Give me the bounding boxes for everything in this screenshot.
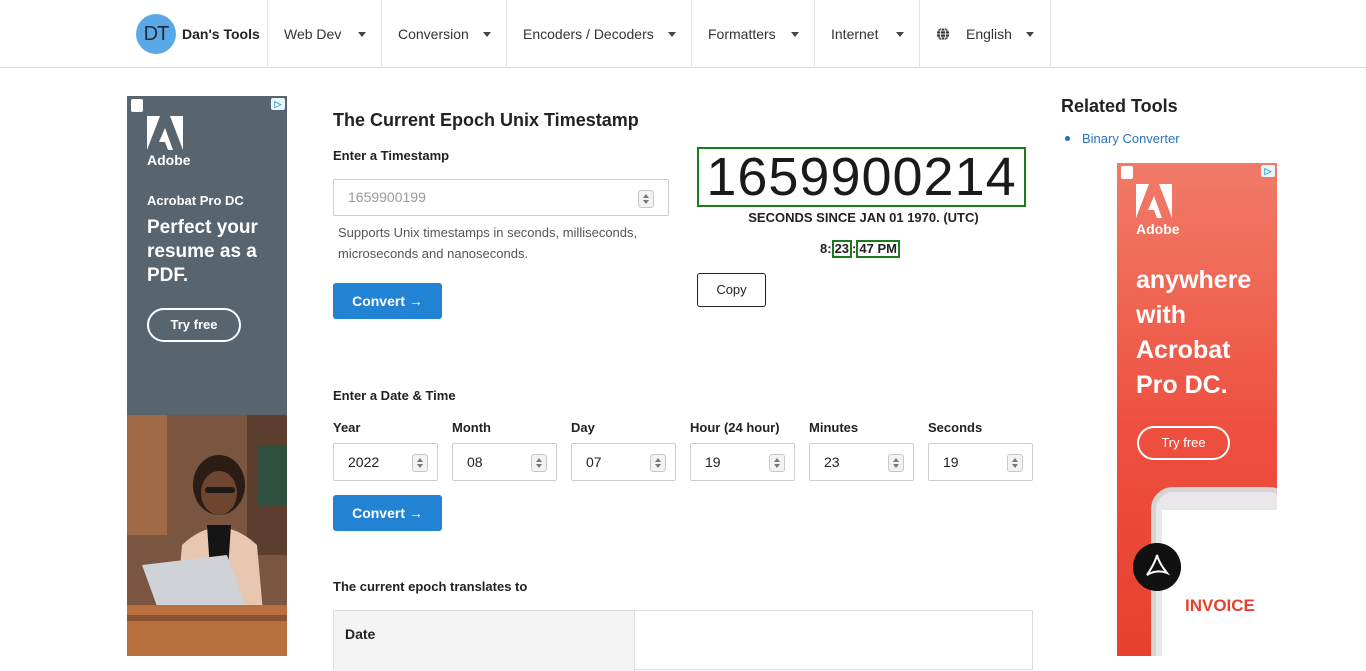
nav-encoders-decoders[interactable]: Encoders / Decoders bbox=[506, 0, 692, 68]
brand-link[interactable]: DT Dan's Tools bbox=[136, 13, 260, 55]
timestamp-hint: Supports Unix timestamps in seconds, mil… bbox=[338, 225, 638, 261]
chevron-down-icon bbox=[668, 32, 676, 37]
year-label: Year bbox=[333, 420, 361, 435]
nav-internet[interactable]: Internet bbox=[814, 0, 920, 68]
nav-web-dev-label: Web Dev bbox=[284, 26, 342, 42]
chevron-down-icon bbox=[1026, 32, 1034, 37]
year-input[interactable]: 2022 bbox=[333, 443, 438, 481]
nav-formatters[interactable]: Formatters bbox=[691, 0, 815, 68]
left-advertisement[interactable]: ▷ Adobe Acrobat Pro DC Perfect your resu… bbox=[127, 96, 287, 656]
clock-hour: 8 bbox=[820, 241, 828, 256]
related-tool-link[interactable]: Binary Converter bbox=[1082, 131, 1180, 146]
minutes-value: 23 bbox=[824, 454, 840, 470]
ad-brand-text: Adobe bbox=[147, 152, 191, 168]
copy-button[interactable]: Copy bbox=[697, 273, 766, 307]
ad-try-free-button[interactable]: Try free bbox=[147, 308, 241, 342]
day-label: Day bbox=[571, 420, 595, 435]
ad-photo-illustration bbox=[127, 415, 287, 656]
chevron-down-icon bbox=[791, 32, 799, 37]
bullet-icon bbox=[1065, 136, 1070, 141]
nav-language-label: English bbox=[966, 26, 1012, 42]
ad-left-panel: ▷ Adobe Acrobat Pro DC Perfect your resu… bbox=[127, 96, 287, 415]
nav-encoders-label: Encoders / Decoders bbox=[523, 26, 654, 42]
hour-value: 19 bbox=[705, 454, 721, 470]
globe-icon bbox=[936, 27, 950, 41]
year-value: 2022 bbox=[348, 454, 380, 470]
minutes-input[interactable]: 23 bbox=[809, 443, 914, 481]
seconds-input[interactable]: 19 bbox=[928, 443, 1033, 481]
day-input[interactable]: 07 bbox=[571, 443, 676, 481]
convert-timestamp-button[interactable]: Convert → bbox=[333, 283, 442, 319]
minutes-label: Minutes bbox=[809, 420, 859, 435]
month-input[interactable]: 08 bbox=[452, 443, 557, 481]
nav-web-dev[interactable]: Web Dev bbox=[267, 0, 382, 68]
top-navbar: DT Dan's Tools Web Dev Conversion Encode… bbox=[0, 0, 1366, 68]
ad-choices-icon[interactable]: ▷ bbox=[271, 98, 285, 110]
timestamp-input-placeholder: 1659900199 bbox=[348, 189, 426, 205]
brand-name: Dan's Tools bbox=[182, 26, 260, 42]
epoch-translation-table: Date bbox=[333, 610, 1033, 671]
month-label: Month bbox=[452, 420, 491, 435]
ad-phone-screen: INVOICE bbox=[1162, 510, 1277, 656]
acrobat-pdf-icon bbox=[1133, 543, 1181, 591]
ad-try-free-button[interactable]: Try free bbox=[1137, 426, 1230, 460]
adobe-logo-icon bbox=[147, 116, 183, 150]
translates-label: The current epoch translates to bbox=[333, 579, 528, 594]
datetime-label: Enter a Date & Time bbox=[333, 388, 456, 403]
current-time-clock: 8 : 23 : 47 PM bbox=[820, 239, 900, 258]
number-stepper-icon[interactable] bbox=[888, 454, 904, 472]
clock-second-ampm: 47 PM bbox=[856, 239, 900, 258]
number-stepper-icon[interactable] bbox=[650, 454, 666, 472]
ad-product-name: Acrobat Pro DC bbox=[147, 193, 244, 208]
nav-internet-label: Internet bbox=[831, 26, 879, 42]
nav-conversion[interactable]: Conversion bbox=[381, 0, 507, 68]
number-stepper-icon[interactable] bbox=[638, 190, 654, 208]
nav-language[interactable]: English bbox=[919, 0, 1051, 68]
number-stepper-icon[interactable] bbox=[769, 454, 785, 472]
number-stepper-icon[interactable] bbox=[1007, 454, 1023, 472]
seconds-label: Seconds bbox=[928, 420, 983, 435]
table-row-date-key: Date bbox=[334, 611, 635, 671]
hour-label: Hour (24 hour) bbox=[690, 420, 780, 435]
day-value: 07 bbox=[586, 454, 602, 470]
nav-conversion-label: Conversion bbox=[398, 26, 469, 42]
hour-input[interactable]: 19 bbox=[690, 443, 795, 481]
ad-privacy-icon[interactable] bbox=[131, 99, 143, 112]
number-stepper-icon[interactable] bbox=[531, 454, 547, 472]
page-title: The Current Epoch Unix Timestamp bbox=[333, 110, 639, 130]
timestamp-label: Enter a Timestamp bbox=[333, 148, 450, 163]
related-tool-item[interactable]: Binary Converter bbox=[1061, 131, 1180, 146]
chevron-down-icon bbox=[896, 32, 904, 37]
convert-datetime-button[interactable]: Convert → bbox=[333, 495, 442, 531]
clock-minute: 23 bbox=[831, 239, 853, 258]
ad-headline: anywhere with Acrobat Pro DC. bbox=[1136, 266, 1252, 399]
chevron-down-icon bbox=[483, 32, 491, 37]
number-stepper-icon[interactable] bbox=[412, 454, 428, 472]
nav-formatters-label: Formatters bbox=[708, 26, 776, 42]
brand-logo-icon: DT bbox=[136, 14, 176, 54]
related-tools-title: Related Tools bbox=[1061, 96, 1178, 116]
timestamp-input[interactable]: 1659900199 bbox=[333, 179, 669, 216]
chevron-down-icon bbox=[358, 32, 366, 37]
ad-privacy-icon[interactable] bbox=[1121, 166, 1133, 179]
ad-headline: Perfect your resume as a PDF. bbox=[147, 217, 258, 286]
seconds-value: 19 bbox=[943, 454, 959, 470]
ad-photo-woman-laptop bbox=[127, 415, 287, 656]
right-advertisement[interactable]: ▷ Adobe anywhere with Acrobat Pro DC. Tr… bbox=[1117, 163, 1277, 656]
adobe-logo-icon bbox=[1136, 184, 1172, 218]
ad-choices-icon[interactable]: ▷ bbox=[1261, 165, 1275, 177]
current-epoch-display: 1659900214 bbox=[697, 147, 1026, 207]
ad-invoice-text: INVOICE bbox=[1185, 596, 1255, 615]
month-value: 08 bbox=[467, 454, 483, 470]
ad-brand-text: Adobe bbox=[1136, 221, 1180, 237]
related-tools-list: Binary Converter bbox=[1061, 131, 1180, 146]
epoch-caption: SECONDS SINCE JAN 01 1970. (UTC) bbox=[748, 210, 979, 225]
